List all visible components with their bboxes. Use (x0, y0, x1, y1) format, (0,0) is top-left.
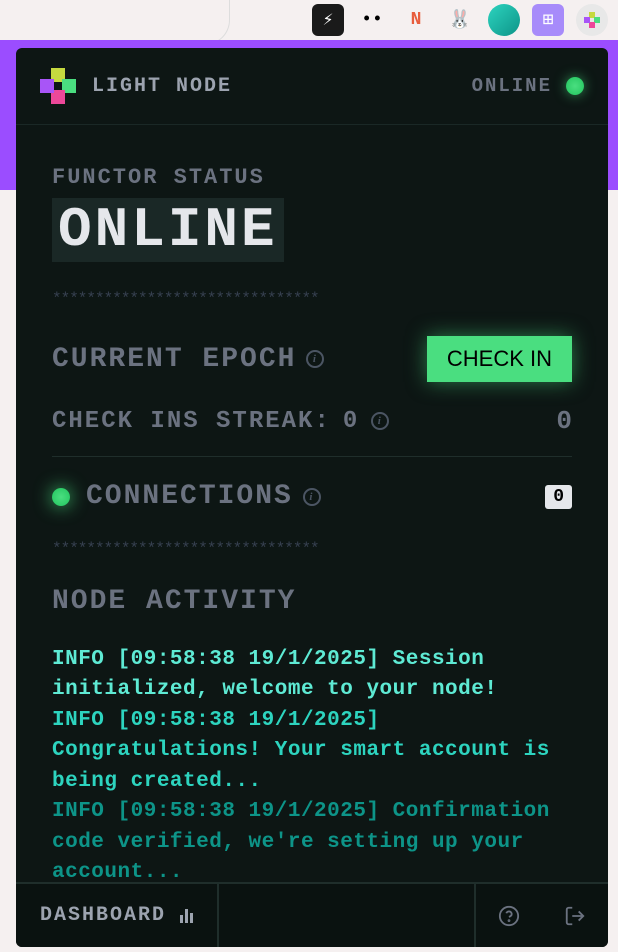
log-entry: INFO [09:58:38 19/1/2025] Confirmation c… (52, 797, 572, 882)
help-button[interactable] (476, 884, 542, 947)
logout-icon (564, 905, 586, 927)
extension-icon-1[interactable]: ⚡ (312, 4, 344, 36)
streak-label-text: CHECK INS STREAK: (52, 408, 331, 435)
streak-right-value: 0 (556, 406, 572, 436)
help-icon (498, 905, 520, 927)
info-icon[interactable]: i (303, 488, 321, 506)
log-entry: INFO [09:58:38 19/1/2025] Congratulation… (52, 706, 572, 797)
extension-icon-2[interactable]: •• (356, 4, 388, 36)
connection-status-icon (52, 488, 70, 506)
panel-footer: DASHBOARD (16, 882, 608, 947)
connections-label-text: CONNECTIONS (86, 481, 293, 512)
divider: ******************************* (52, 540, 572, 558)
extension-icon-4[interactable]: 🐰 (444, 4, 476, 36)
extension-icon-5[interactable] (488, 4, 520, 36)
dashboard-button[interactable]: DASHBOARD (16, 884, 219, 947)
activity-log: INFO [09:58:38 19/1/2025] Session initia… (52, 645, 572, 882)
chart-icon (180, 909, 193, 923)
panel-body: FUNCTOR STATUS ONLINE ******************… (16, 125, 608, 882)
streak-label: CHECK INS STREAK: 0 i (52, 408, 389, 435)
header-title: LIGHT NODE (92, 75, 232, 98)
connections-count-badge: 0 (545, 485, 572, 509)
epoch-label-text: CURRENT EPOCH (52, 344, 296, 375)
dashboard-label: DASHBOARD (40, 904, 166, 927)
node-panel: LIGHT NODE ONLINE FUNCTOR STATUS ONLINE … (16, 48, 608, 947)
info-icon[interactable]: i (371, 412, 389, 430)
separator (52, 456, 572, 457)
status-indicator-icon (566, 77, 584, 95)
logo-icon (40, 68, 76, 104)
functor-status-label: FUNCTOR STATUS (52, 165, 572, 190)
browser-tab-curve (0, 0, 230, 45)
header-status-text: ONLINE (472, 75, 552, 97)
logout-button[interactable] (542, 884, 608, 947)
panel-header: LIGHT NODE ONLINE (16, 48, 608, 125)
extension-icon-active[interactable] (576, 4, 608, 36)
node-activity-label: NODE ACTIVITY (52, 586, 572, 617)
functor-status-value: ONLINE (52, 198, 284, 262)
streak-value: 0 (343, 408, 359, 435)
checkin-button[interactable]: CHECK IN (427, 336, 572, 382)
connections-label: CONNECTIONS i (86, 481, 321, 512)
extension-icon-6[interactable]: ⊞ (532, 4, 564, 36)
divider: ******************************* (52, 290, 572, 308)
extension-icon-3[interactable]: N (400, 4, 432, 36)
browser-extensions-toolbar: ⚡ •• N 🐰 ⊞ (312, 0, 618, 40)
current-epoch-label: CURRENT EPOCH i (52, 344, 324, 375)
log-entry: INFO [09:58:38 19/1/2025] Session initia… (52, 645, 572, 706)
info-icon[interactable]: i (306, 350, 324, 368)
